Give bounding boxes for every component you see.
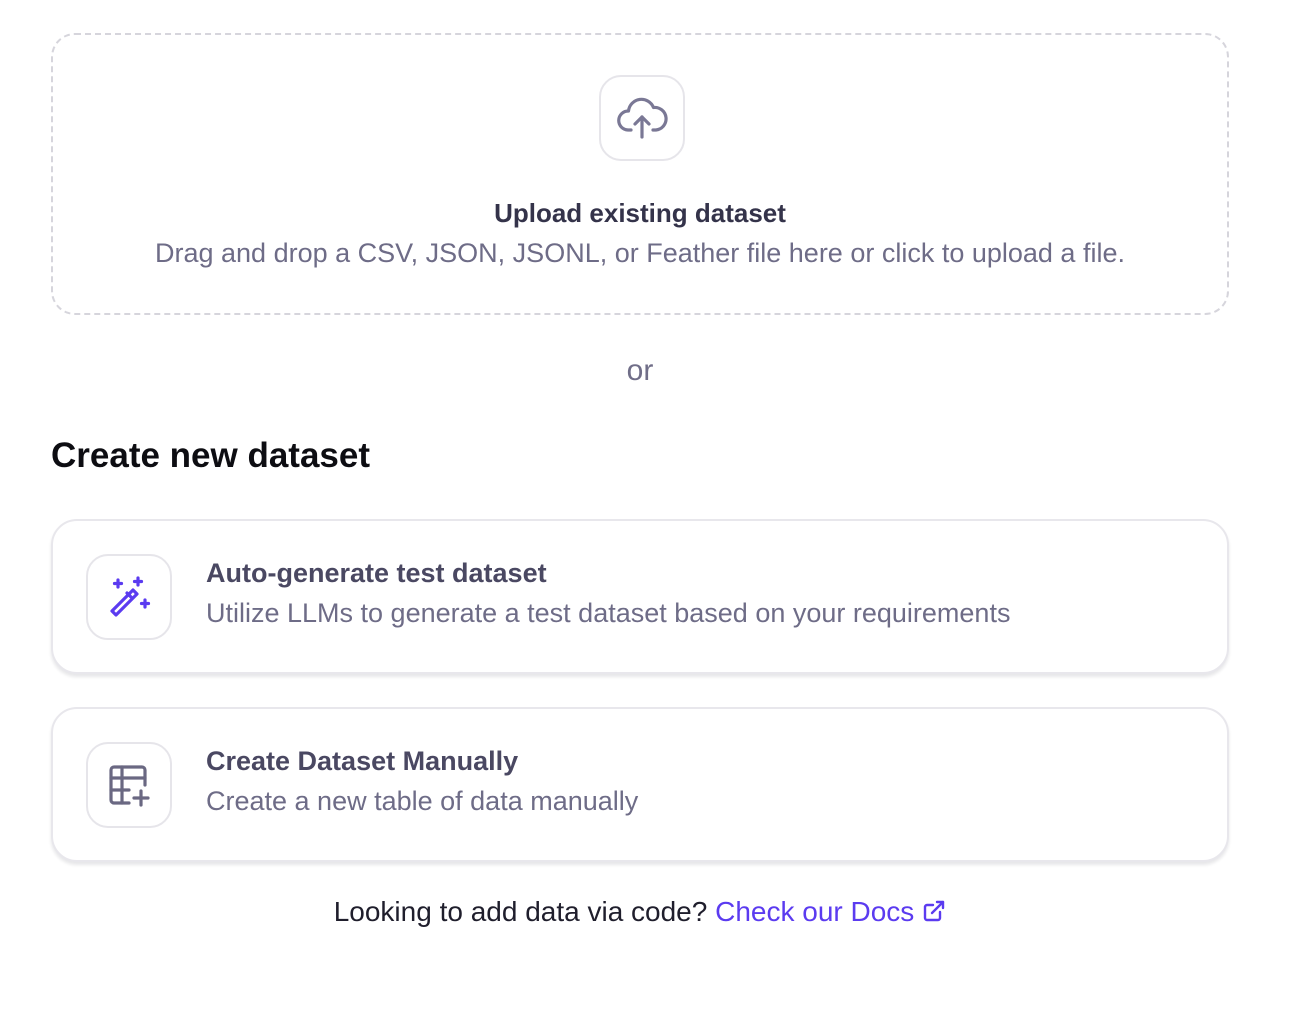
upload-title: Upload existing dataset — [494, 198, 786, 228]
or-divider: or — [626, 354, 654, 387]
check-docs-link[interactable]: Check our Docs — [715, 896, 946, 927]
table-add-icon — [109, 765, 150, 807]
auto-generate-dataset-card[interactable]: Auto-generate test dataset Utilize LLMs … — [51, 519, 1229, 674]
external-link-icon — [924, 900, 945, 922]
magic-wand-icon — [110, 576, 151, 617]
option-description: Utilize LLMs to generate a test dataset … — [206, 598, 1011, 628]
card-icon-container — [86, 742, 172, 828]
footer-prompt-text: Looking to add data via code? — [333, 896, 708, 927]
option-title: Auto-generate test dataset — [206, 558, 547, 588]
upload-dropzone[interactable]: Upload existing dataset Drag and drop a … — [51, 33, 1229, 315]
option-title: Create Dataset Manually — [206, 746, 519, 776]
docs-link-label: Check our Docs — [715, 896, 915, 927]
upload-description: Drag and drop a CSV, JSON, JSONL, or Fea… — [155, 238, 1125, 268]
section-title: Create new dataset — [51, 436, 371, 475]
option-description: Create a new table of data manually — [206, 786, 639, 816]
card-icon-container — [86, 554, 172, 640]
upload-icon-container — [599, 75, 685, 161]
cloud-upload-icon — [617, 97, 668, 139]
footer-docs-prompt: Looking to add data via code? Check our … — [0, 896, 1280, 928]
create-dataset-manually-card[interactable]: Create Dataset Manually Create a new tab… — [51, 707, 1229, 862]
